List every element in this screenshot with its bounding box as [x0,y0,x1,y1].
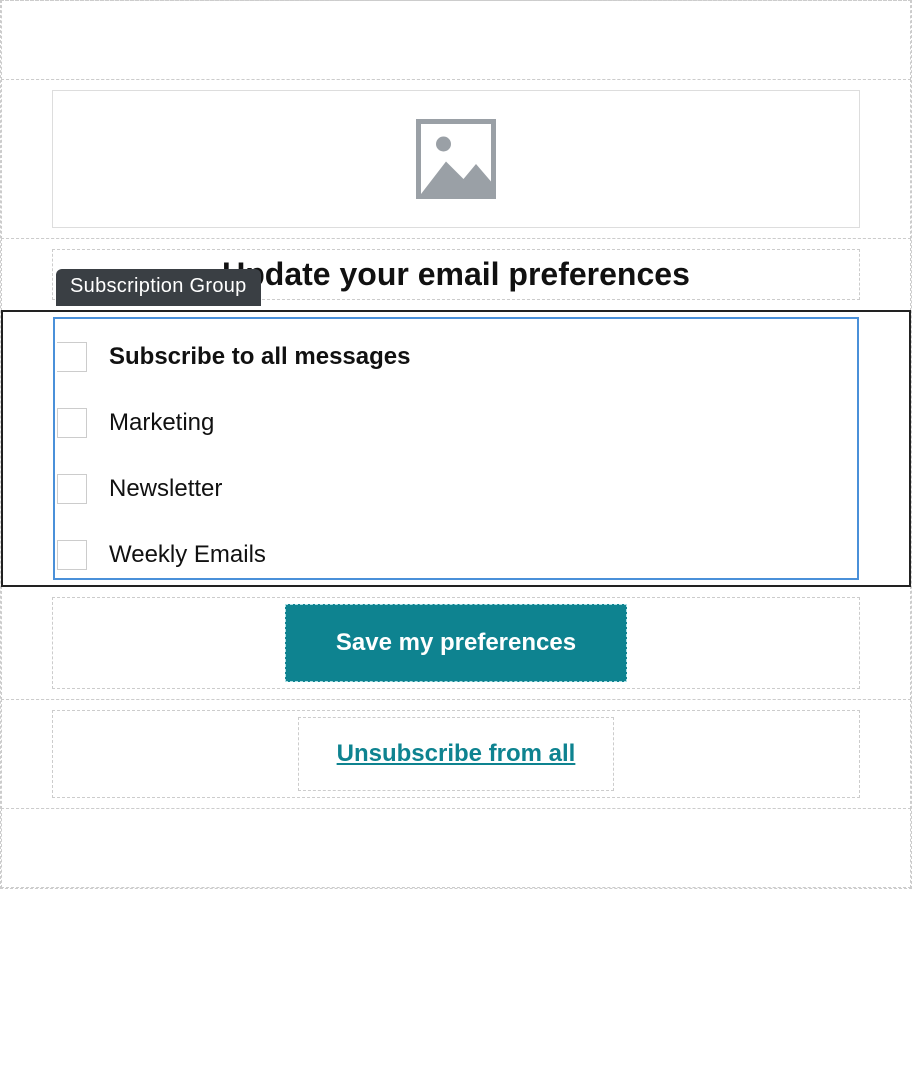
block-type-label: Subscription Group [56,269,261,306]
save-preferences-button[interactable]: Save my preferences [285,604,627,682]
unsubscribe-block-inner: Unsubscribe from all [298,717,615,791]
subscription-item-label: Subscribe to all messages [109,343,410,371]
unsubscribe-from-all-link[interactable]: Unsubscribe from all [337,740,576,767]
image-block[interactable] [52,90,860,228]
subscription-item-subscribe-all: Subscribe to all messages [55,324,857,390]
image-block-row [1,79,911,239]
spacer-block [1,0,911,80]
unsubscribe-row: Unsubscribe from all [1,699,911,809]
editor-canvas: Update your email preferences Subscripti… [0,0,912,889]
subscription-item-marketing: Marketing [55,390,857,456]
subscription-group-block-selected[interactable]: Subscription Group Subscribe to all mess… [1,310,911,587]
unsubscribe-block-outer: Unsubscribe from all [52,710,860,798]
subscription-item-label: Marketing [109,409,214,437]
checkbox-weekly-emails[interactable] [57,540,87,570]
subscription-item-label: Weekly Emails [109,541,266,569]
subscription-item-newsletter: Newsletter [55,456,857,522]
spacer-block [1,808,911,888]
save-button-block: Save my preferences [52,597,860,689]
checkbox-subscribe-all[interactable] [57,342,87,372]
subscription-item-label: Newsletter [109,475,222,503]
subscription-item-weekly-emails: Weekly Emails [55,522,857,578]
subscription-group-inner: Subscribe to all messages Marketing News… [53,317,859,580]
image-placeholder-icon [416,119,496,199]
save-button-row: Save my preferences [1,586,911,700]
checkbox-newsletter[interactable] [57,474,87,504]
checkbox-marketing[interactable] [57,408,87,438]
